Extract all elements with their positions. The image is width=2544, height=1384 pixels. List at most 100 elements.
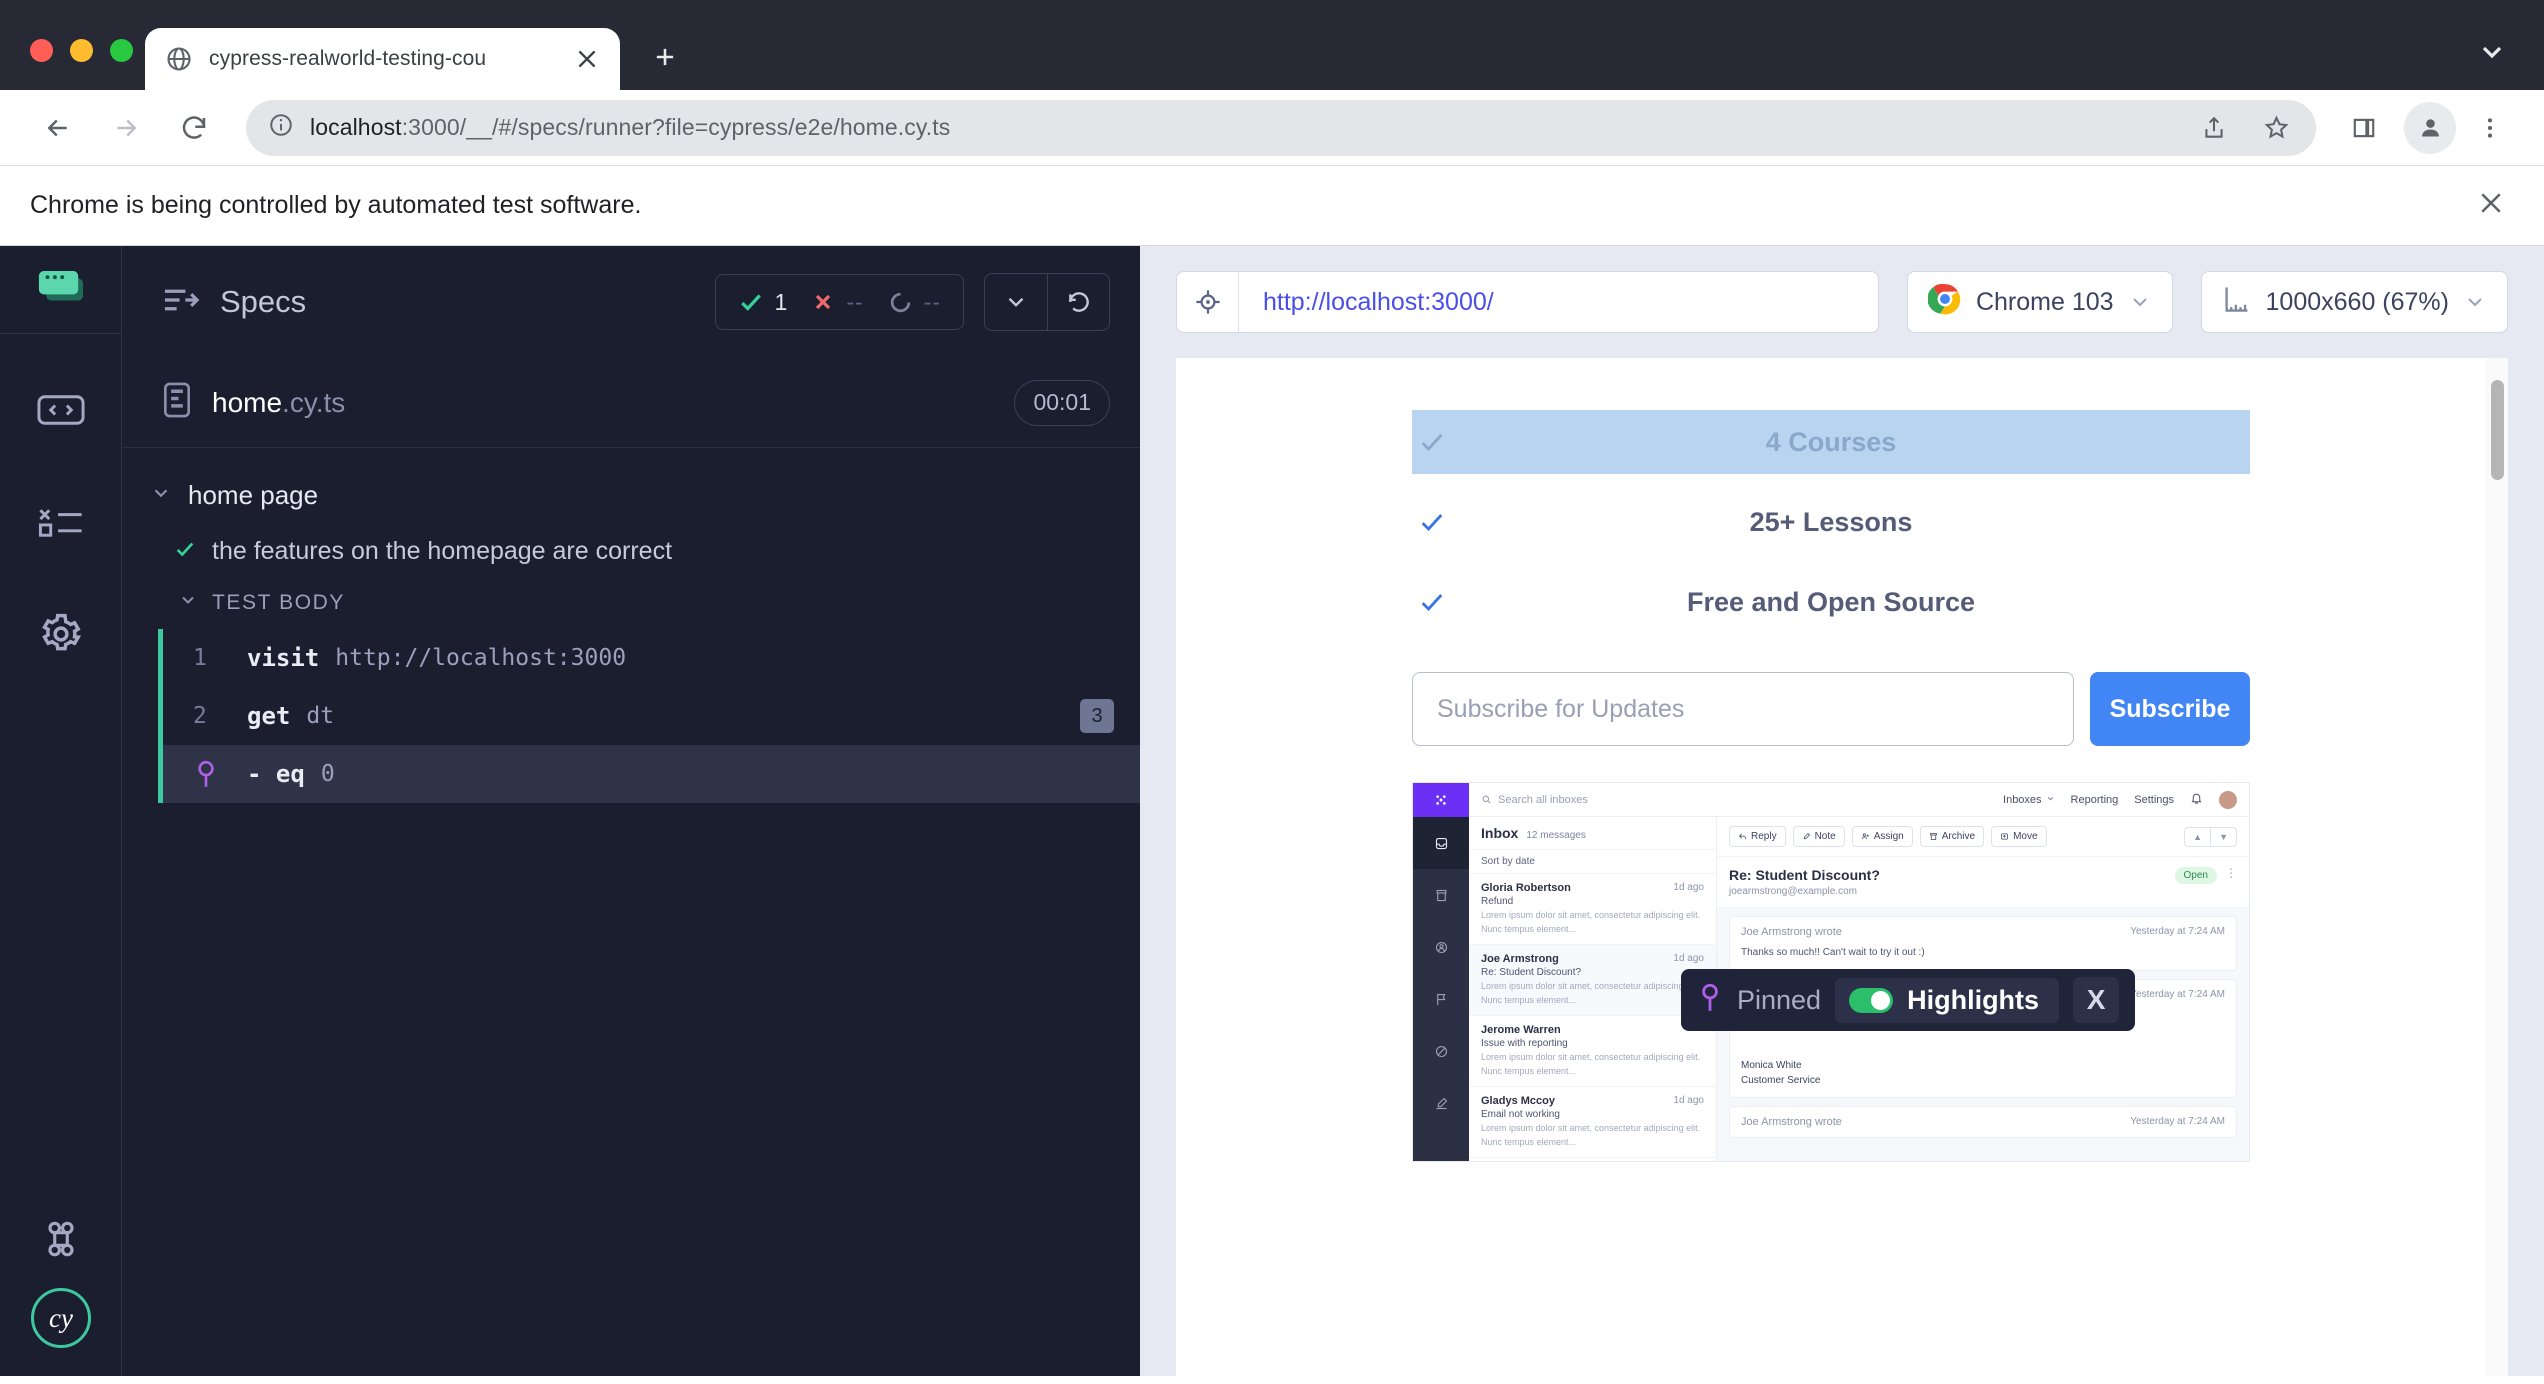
sidebar-item-runs[interactable] <box>0 468 122 580</box>
side-panel-icon[interactable] <box>2338 102 2390 154</box>
close-icon[interactable]: X <box>2073 977 2119 1023</box>
close-icon[interactable] <box>574 46 600 72</box>
mock-sort-control[interactable]: Sort by date <box>1469 850 1716 874</box>
feature-row[interactable]: 25+ Lessons <box>1412 490 2250 554</box>
mock-timestamp: 1d ago <box>1673 1095 1704 1107</box>
check-icon <box>1412 428 1460 456</box>
avatar[interactable] <box>2219 791 2237 809</box>
browser-toolbar: localhost:3000/__/#/specs/runner?file=cy… <box>0 90 2544 166</box>
subscribe-input[interactable]: Subscribe for Updates <box>1412 672 2074 746</box>
pending-count: -- <box>924 289 941 316</box>
three-dot-menu-icon[interactable] <box>2464 102 2516 154</box>
chevron-down-icon[interactable] <box>2046 794 2055 806</box>
feature-row[interactable]: 4 Courses <box>1412 410 2250 474</box>
chevron-down-icon[interactable] <box>150 482 172 509</box>
mock-spam-icon[interactable] <box>1413 1025 1469 1077</box>
mock-inbox-title: Inbox <box>1481 825 1518 841</box>
command-row[interactable]: 2 get dt 3 <box>163 687 1140 745</box>
sidebar-item-settings[interactable] <box>0 580 122 692</box>
bell-icon[interactable] <box>2190 792 2203 808</box>
mock-inbox-icon[interactable] <box>1413 817 1469 869</box>
crosshair-icon[interactable] <box>1177 272 1239 332</box>
highlights-toggle[interactable]: Highlights <box>1835 978 2059 1023</box>
reload-button[interactable] <box>164 98 224 158</box>
feature-row[interactable]: Free and Open Source <box>1412 570 2250 634</box>
chevron-down-icon[interactable]: ▼ <box>2210 828 2236 846</box>
note-button[interactable]: Note <box>1793 826 1845 847</box>
address-bar[interactable]: localhost:3000/__/#/specs/runner?file=cy… <box>246 100 2316 156</box>
minimize-window-button[interactable] <box>70 39 93 62</box>
mock-sender: Jerome Warren <box>1481 1024 1561 1036</box>
feature-label: 4 Courses <box>1460 427 2250 458</box>
three-dot-menu-icon[interactable]: ⋮ <box>2225 867 2237 879</box>
maximize-window-button[interactable] <box>110 39 133 62</box>
keyboard-shortcuts-icon[interactable] <box>39 1217 83 1266</box>
mock-nav-inboxes[interactable]: Inboxes <box>2003 794 2042 806</box>
mock-compose-icon[interactable] <box>1413 1077 1469 1129</box>
features-list: 4 Courses 25+ Lessons Free <box>1412 410 2250 634</box>
forward-button[interactable] <box>96 98 156 158</box>
sidebar-item-project[interactable] <box>34 268 88 311</box>
assign-button[interactable]: Assign <box>1852 826 1913 847</box>
suite-row[interactable]: home page <box>122 466 1140 525</box>
move-button[interactable]: Move <box>1991 826 2046 847</box>
aut-scrollbar-thumb[interactable] <box>2491 380 2504 480</box>
mock-thread-subject: Re: Student Discount? <box>1729 867 1880 883</box>
info-circle-icon[interactable] <box>268 112 294 143</box>
chevron-down-icon[interactable] <box>178 590 198 615</box>
viewport-selector[interactable]: 1000x660 (67%) <box>2201 271 2508 333</box>
close-icon[interactable] <box>2476 188 2514 223</box>
new-tab-button[interactable] <box>642 34 688 80</box>
chevron-up-icon[interactable]: ▲ <box>2185 828 2210 846</box>
browser-label: Chrome 103 <box>1976 288 2114 317</box>
settings-gear-icon <box>39 612 83 661</box>
list-item[interactable]: Joe Armstrong 1d ago Re: Student Discoun… <box>1469 945 1716 1016</box>
tabstrip-expand-button[interactable] <box>2476 36 2508 68</box>
pin-marker-icon[interactable] <box>193 759 247 789</box>
bookmark-star-icon[interactable] <box>2250 102 2302 154</box>
mock-archive-icon[interactable] <box>1413 869 1469 921</box>
aut-scrollbar[interactable] <box>2486 358 2508 1376</box>
spec-extension: .cy.ts <box>282 387 345 418</box>
mock-flag-icon[interactable] <box>1413 973 1469 1025</box>
browser-selector[interactable]: Chrome 103 <box>1907 271 2173 333</box>
spec-file-row[interactable]: home.cy.ts 00:01 <box>122 358 1140 448</box>
back-button[interactable] <box>28 98 88 158</box>
browser-tab[interactable]: cypress-realworld-testing-cou <box>145 28 620 90</box>
chrome-icon <box>1928 282 1962 323</box>
sidebar-item-specs[interactable] <box>0 356 122 468</box>
mock-nav-reporting[interactable]: Reporting <box>2071 794 2119 806</box>
profile-avatar-icon[interactable] <box>2404 102 2456 154</box>
test-body-label: TEST BODY <box>212 591 345 615</box>
subscribe-button[interactable]: Subscribe <box>2090 672 2250 746</box>
share-icon[interactable] <box>2188 102 2240 154</box>
reply-button[interactable]: Reply <box>1729 826 1786 847</box>
runs-icon <box>36 505 86 544</box>
list-item[interactable]: Gladys Mccoy 1d ago Email not working Lo… <box>1469 1087 1716 1158</box>
list-item[interactable]: Gloria Robertson 1d ago Refund Lorem ips… <box>1469 874 1716 945</box>
command-row-pinned[interactable]: - eq 0 <box>163 745 1140 803</box>
test-row[interactable]: the features on the homepage are correct <box>122 525 1140 578</box>
command-row[interactable]: 1 visit http://localhost:3000 <box>163 629 1140 687</box>
toggle-switch[interactable] <box>1849 988 1893 1013</box>
feature-label: Free and Open Source <box>1460 587 2250 618</box>
reporter-header: Specs 1 -- -- <box>122 246 1140 358</box>
chevron-down-icon[interactable] <box>985 274 1047 330</box>
reload-icon[interactable] <box>1047 274 1109 330</box>
aut-url-bar[interactable]: http://localhost:3000/ <box>1176 271 1879 333</box>
cypress-sidebar: cy <box>0 246 122 1376</box>
archive-button[interactable]: Archive <box>1920 826 1984 847</box>
chevron-down-icon[interactable] <box>2463 290 2487 314</box>
mock-contacts-icon[interactable] <box>1413 921 1469 973</box>
close-window-button[interactable] <box>30 39 53 62</box>
aut-header: http://localhost:3000/ Chrome 103 <box>1140 246 2544 358</box>
specs-list-icon[interactable] <box>162 285 200 320</box>
mock-signature: Monica WhiteCustomer Service <box>1741 1058 2225 1088</box>
mock-preview: Lorem ipsum dolor sit amet, consectetur … <box>1481 1122 1704 1149</box>
mock-nav-settings[interactable]: Settings <box>2134 794 2174 806</box>
list-item[interactable]: Jerome Warren Issue with reporting Lorem… <box>1469 1016 1716 1087</box>
mock-search-input[interactable]: Search all inboxes <box>1481 794 1588 806</box>
test-body-header[interactable]: TEST BODY <box>122 578 1140 625</box>
cypress-logo[interactable]: cy <box>31 1288 91 1348</box>
chevron-down-icon[interactable] <box>2128 290 2152 314</box>
